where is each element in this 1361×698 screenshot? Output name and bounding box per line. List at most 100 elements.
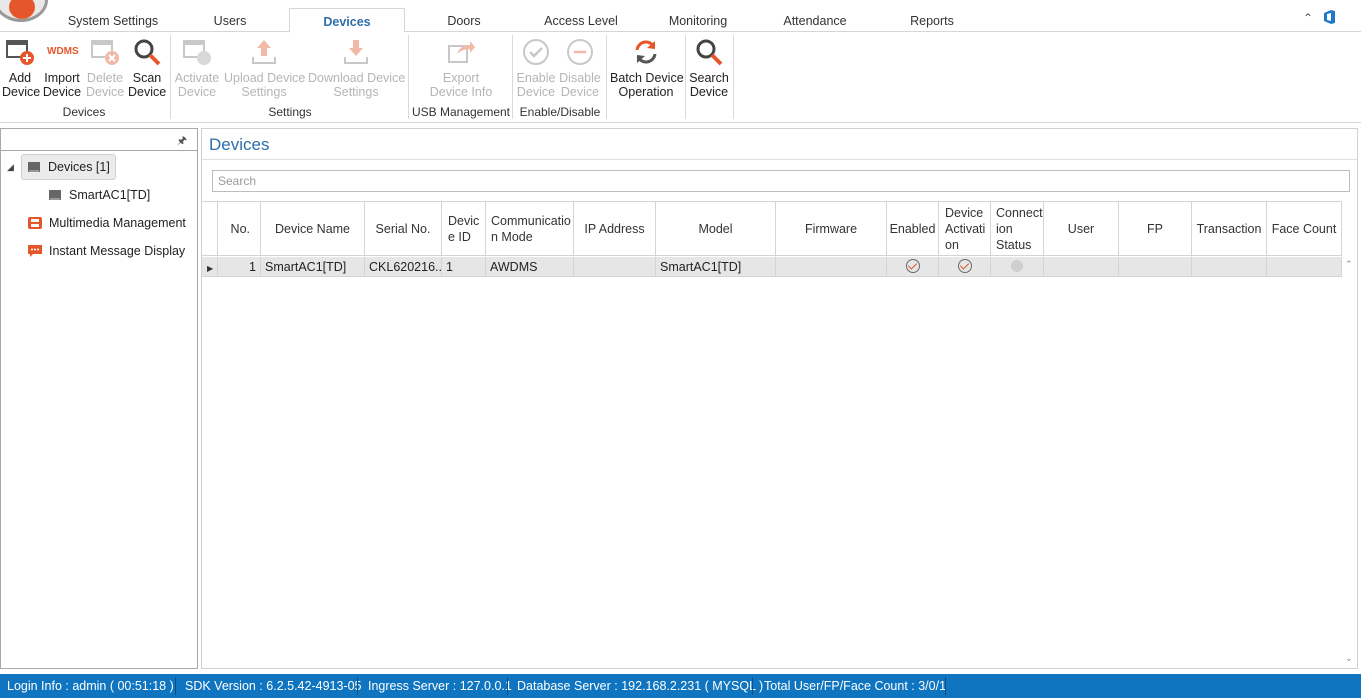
column-header-device-activation[interactable]: Device Activati on bbox=[939, 202, 991, 256]
tab-attendance[interactable]: Attendance bbox=[770, 8, 860, 32]
status-separator bbox=[752, 677, 753, 695]
cell-enabled bbox=[887, 257, 939, 277]
sdk-version: SDK Version : 6.2.5.42-4913-05 bbox=[185, 679, 362, 693]
cell-no: 1 bbox=[218, 257, 261, 277]
status-separator bbox=[507, 677, 508, 695]
scan-device-button[interactable]: Scan Device bbox=[128, 37, 166, 99]
tree-item-devices[interactable]: Devices [1] bbox=[21, 154, 116, 180]
ribbon-separator bbox=[512, 35, 513, 119]
column-header-device-id[interactable]: Devic e ID bbox=[442, 202, 486, 256]
login-info: Login Info : admin ( 00:51:18 ) bbox=[7, 679, 174, 693]
cell-device-id: 1 bbox=[442, 257, 486, 277]
tab-doors[interactable]: Doors bbox=[424, 8, 504, 32]
column-header-connection-status[interactable]: Connect ion Status bbox=[991, 202, 1044, 256]
column-header-device-name[interactable]: Device Name bbox=[261, 202, 365, 256]
tree-item-label: Multimedia Management bbox=[49, 216, 186, 230]
column-header-fp[interactable]: FP bbox=[1119, 202, 1192, 256]
usb-management-group-label: USB Management bbox=[411, 105, 511, 119]
column-header-transaction[interactable]: Transaction bbox=[1192, 202, 1267, 256]
page-title: Devices bbox=[209, 135, 270, 154]
settings-group-label: Settings bbox=[268, 105, 312, 119]
disable-minus-icon bbox=[567, 39, 593, 65]
enable-check-icon bbox=[523, 39, 549, 65]
download-device-settings-button[interactable]: Download Device Settings bbox=[308, 37, 405, 99]
ribbon-separator bbox=[606, 35, 607, 119]
total-counts: Total User/FP/Face Count : 3/0/1 bbox=[764, 679, 947, 693]
delete-device-icon bbox=[91, 40, 119, 65]
title-divider bbox=[202, 159, 1357, 160]
activation-check-icon bbox=[957, 259, 972, 273]
tree-item-smartac1[interactable]: SmartAC1[TD] bbox=[47, 182, 150, 208]
cell-model: SmartAC1[TD] bbox=[656, 257, 776, 277]
tab-users[interactable]: Users bbox=[190, 8, 270, 32]
device-icon bbox=[28, 162, 40, 172]
column-header-enabled[interactable]: Enabled bbox=[887, 202, 939, 256]
ribbon-separator bbox=[408, 35, 409, 119]
add-device-button[interactable]: Add Device bbox=[2, 37, 40, 99]
column-header-communication-mode[interactable]: Communicatio n Mode bbox=[486, 202, 574, 256]
delete-device-button[interactable]: Delete Device bbox=[86, 37, 124, 99]
tree-collapse-icon[interactable]: ◢ bbox=[7, 162, 14, 173]
column-header-serial-no[interactable]: Serial No. bbox=[365, 202, 442, 256]
table-row[interactable]: ▶ 1 SmartAC1[TD] CKL620216... 1 AWDMS Sm… bbox=[202, 257, 1342, 277]
tab-devices[interactable]: Devices bbox=[289, 8, 405, 33]
search-device-button[interactable]: Search Device bbox=[688, 37, 730, 99]
activate-device-icon bbox=[183, 40, 211, 65]
cell-serial-no: CKL620216... bbox=[365, 257, 442, 277]
office-theme-icon[interactable] bbox=[1323, 10, 1336, 27]
download-icon bbox=[344, 40, 368, 64]
tab-reports[interactable]: Reports bbox=[892, 8, 972, 32]
tree-item-label: SmartAC1[TD] bbox=[69, 188, 151, 202]
tree-item-instant-message[interactable]: Instant Message Display bbox=[27, 238, 185, 264]
tab-monitoring[interactable]: Monitoring bbox=[658, 8, 738, 32]
cell-communication-mode: AWDMS bbox=[486, 257, 574, 277]
enable-disable-group-label: Enable/Disable bbox=[519, 105, 601, 119]
refresh-icon bbox=[635, 40, 657, 64]
film-icon bbox=[28, 217, 42, 229]
search-input[interactable] bbox=[212, 170, 1350, 192]
status-separator bbox=[357, 677, 358, 695]
import-device-button[interactable]: WDMS Import Device bbox=[42, 37, 82, 99]
tab-access-level[interactable]: Access Level bbox=[536, 8, 626, 32]
table-header: No. Device Name Serial No. Devic e ID Com… bbox=[202, 201, 1342, 256]
enabled-check-icon bbox=[905, 259, 920, 273]
pin-icon[interactable]: 🖈 bbox=[177, 132, 187, 151]
ribbon-separator bbox=[170, 35, 171, 119]
connection-status-dot-icon bbox=[1011, 260, 1023, 272]
cell-firmware bbox=[776, 257, 887, 277]
search-icon bbox=[696, 39, 723, 66]
batch-device-operation-button[interactable]: Batch Device Operation bbox=[610, 37, 684, 99]
search-icon bbox=[134, 39, 161, 66]
export-device-info-button[interactable]: Export Device Info bbox=[426, 37, 496, 99]
disable-device-button[interactable]: Disable Device bbox=[559, 37, 601, 99]
tab-system-settings[interactable]: System Settings bbox=[58, 8, 168, 32]
main-tab-bar: System Settings Users Devices Doors Acce… bbox=[0, 0, 1361, 33]
cell-device-activation bbox=[939, 257, 991, 277]
column-header-ip-address[interactable]: IP Address bbox=[574, 202, 656, 256]
ingress-server: Ingress Server : 127.0.0.1 bbox=[368, 679, 512, 693]
upload-device-settings-button[interactable]: Upload Device Settings bbox=[224, 37, 305, 99]
enable-device-button[interactable]: Enable Device bbox=[516, 37, 556, 99]
device-icon bbox=[49, 190, 61, 200]
status-separator bbox=[175, 677, 176, 695]
message-icon bbox=[28, 245, 42, 257]
cell-ip-address bbox=[574, 257, 656, 277]
collapse-ribbon-icon[interactable]: ⌃ bbox=[1303, 11, 1313, 25]
scroll-up-icon[interactable]: ⌃ bbox=[1345, 259, 1353, 270]
column-header-no[interactable]: No. bbox=[218, 202, 261, 256]
column-header-firmware[interactable]: Firmware bbox=[776, 202, 887, 256]
tree-item-label: Instant Message Display bbox=[49, 244, 186, 258]
table-vertical-scrollbar[interactable]: ⌃ ⌄ bbox=[1342, 257, 1356, 667]
status-separator bbox=[945, 677, 946, 695]
tree-item-multimedia[interactable]: Multimedia Management bbox=[27, 210, 186, 236]
database-server: Database Server : 192.168.2.231 ( MYSQL … bbox=[517, 679, 764, 693]
column-header-user[interactable]: User bbox=[1044, 202, 1119, 256]
cell-transaction bbox=[1192, 257, 1267, 277]
column-header-face-count[interactable]: Face Count bbox=[1267, 202, 1342, 256]
cell-face-count bbox=[1267, 257, 1342, 277]
app-logo-icon[interactable] bbox=[0, 0, 48, 22]
column-header-model[interactable]: Model bbox=[656, 202, 776, 256]
activate-device-button[interactable]: Activate Device bbox=[174, 37, 220, 99]
scroll-down-icon[interactable]: ⌄ bbox=[1345, 653, 1353, 664]
ribbon-separator bbox=[685, 35, 686, 119]
